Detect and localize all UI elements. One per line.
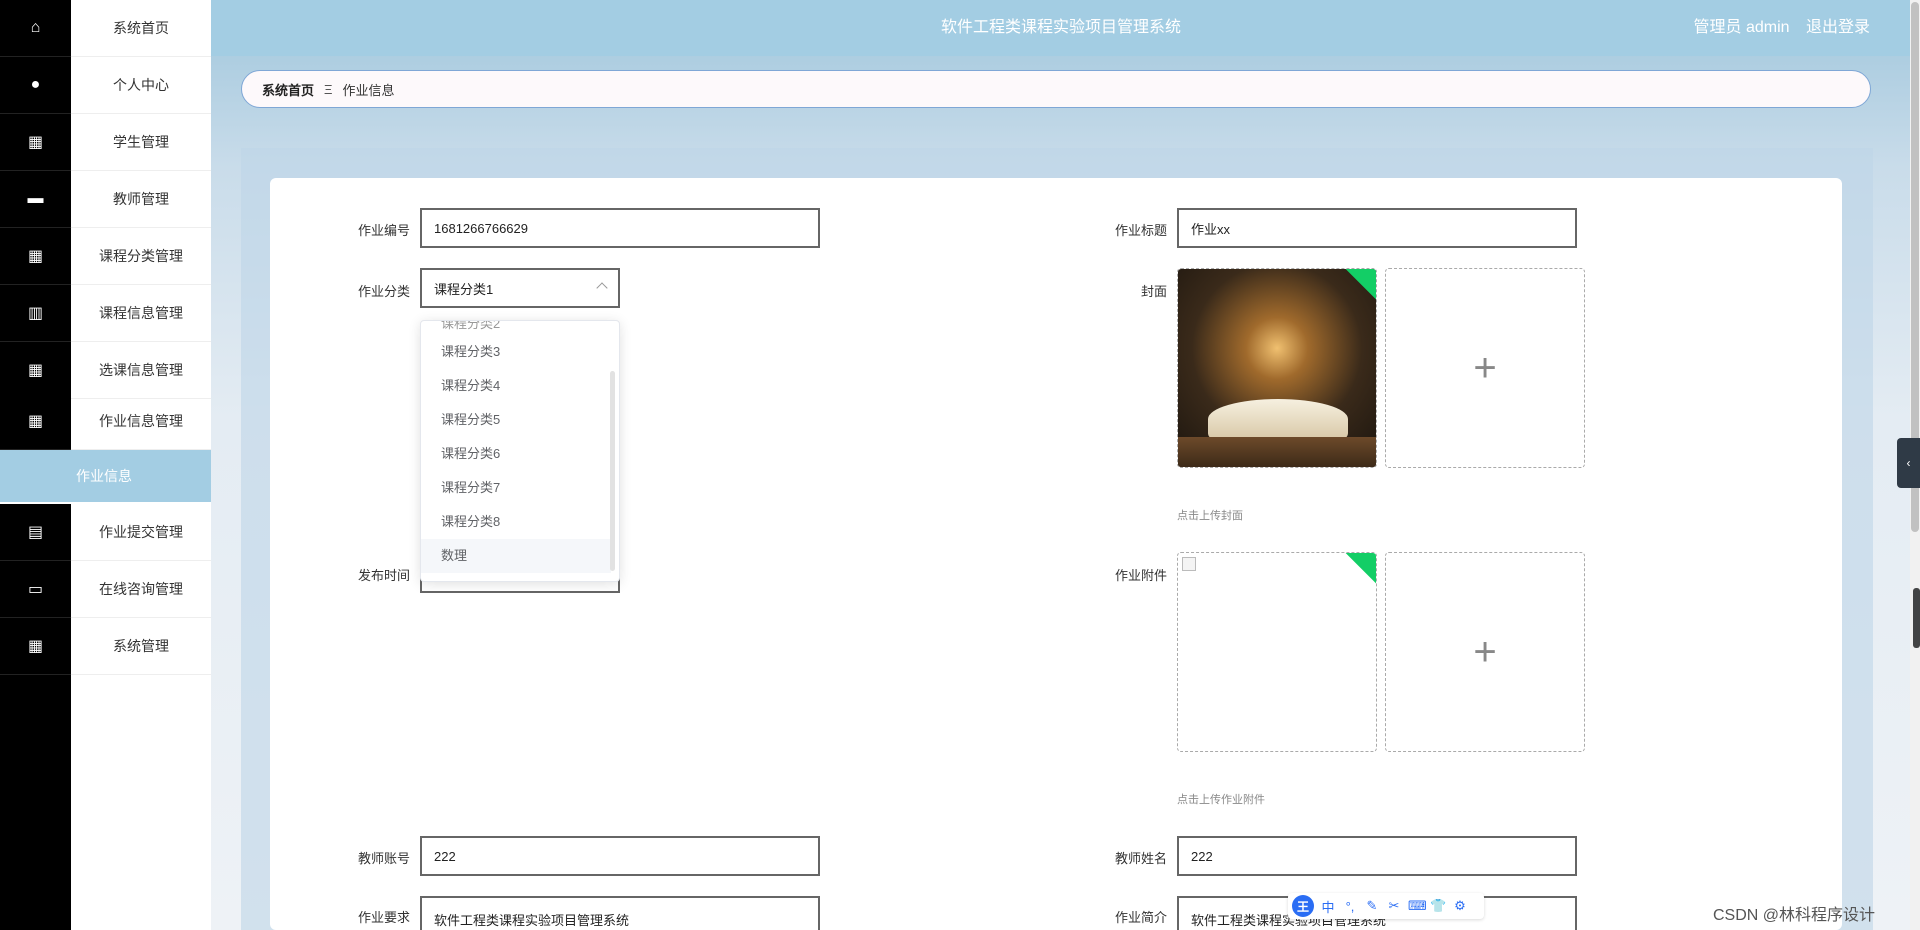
top-header: 软件工程类课程实验项目管理系统 管理员 admin 退出登录 bbox=[211, 0, 1910, 56]
grid-icon: ▦ bbox=[0, 114, 71, 171]
sidebar-item-label: 个人中心 bbox=[71, 57, 211, 114]
sidebar-item-label: 课程信息管理 bbox=[71, 285, 211, 342]
sidebar-item-enrollment[interactable]: ▦ 选课信息管理 bbox=[0, 342, 211, 399]
table-icon: ▤ bbox=[0, 504, 71, 561]
sidebar-item-submission[interactable]: ▤ 作业提交管理 bbox=[0, 504, 211, 561]
dropdown-option[interactable]: 课程分类4 bbox=[421, 369, 611, 403]
sidebar-item-profile[interactable]: ● 个人中心 bbox=[0, 57, 211, 114]
homework-title-input[interactable]: 作业xx bbox=[1177, 208, 1577, 248]
sidebar-item-students[interactable]: ▦ 学生管理 bbox=[0, 114, 211, 171]
app-title: 软件工程类课程实验项目管理系统 bbox=[940, 19, 1181, 36]
ime-scissors-icon[interactable]: ✂ bbox=[1386, 898, 1402, 914]
grid-icon: ▦ bbox=[0, 228, 71, 285]
publish-time-label: 发布时间 bbox=[357, 568, 410, 583]
sidebar-item-homework[interactable]: ▦ 作业信息管理 bbox=[0, 393, 211, 450]
ime-skin-icon[interactable]: 👕 bbox=[1430, 898, 1446, 914]
ime-keyboard-icon[interactable]: ⌨ bbox=[1408, 898, 1427, 914]
category-selected-value: 课程分类1 bbox=[434, 281, 494, 297]
intro-label: 作业简介 bbox=[1114, 910, 1167, 925]
book-shape bbox=[1208, 399, 1348, 439]
sidebar-item-label: 教师管理 bbox=[71, 171, 211, 228]
cover-photo bbox=[1178, 269, 1376, 467]
chevron-left-icon: ‹ bbox=[1906, 456, 1911, 470]
dropdown-scrollbar[interactable] bbox=[610, 371, 615, 571]
sidebar-item-label: 作业信息管理 bbox=[71, 393, 211, 450]
ime-pen-icon[interactable]: ✎ bbox=[1364, 898, 1380, 914]
cover-label: 封面 bbox=[1140, 284, 1167, 299]
category-select[interactable]: 课程分类1 bbox=[420, 268, 620, 308]
homework-no-input[interactable]: 1681266766629 bbox=[420, 208, 820, 248]
sidebar-filler bbox=[0, 675, 71, 930]
requirement-label: 作业要求 bbox=[357, 910, 410, 925]
sidebar-item-label: 作业提交管理 bbox=[71, 504, 211, 561]
breadcrumb-separator-icon: Ξ bbox=[324, 81, 333, 97]
dropdown-option-hovered[interactable]: 数理 bbox=[421, 539, 611, 573]
sidebar-item-label: 系统首页 bbox=[71, 0, 211, 57]
cover-upload-tip: 点击上传封面 bbox=[1177, 510, 1243, 522]
table-shape bbox=[1178, 437, 1376, 467]
upload-success-tag bbox=[1344, 553, 1376, 585]
breadcrumb-current: 作业信息 bbox=[342, 82, 395, 98]
sidebar-subitem-homework-info[interactable]: 作业信息 bbox=[0, 450, 211, 502]
watermark-text: CSDN @林科程序设计 bbox=[1713, 907, 1876, 924]
broken-image-icon bbox=[1182, 557, 1196, 571]
teacher-name-label: 教师姓名 bbox=[1114, 851, 1167, 866]
attachment-upload-tip: 点击上传作业附件 bbox=[1177, 794, 1265, 806]
sidebar-item-course-info[interactable]: ▥ 课程信息管理 bbox=[0, 285, 211, 342]
ime-logo-icon[interactable]: 王 bbox=[1292, 895, 1314, 917]
sidebar: ⌂ 系统首页 ● 个人中心 ▦ 学生管理 ▬ 教师管理 ▦ 课程分类管理 ▥ 课… bbox=[0, 0, 211, 930]
sidebar-item-label: 在线咨询管理 bbox=[71, 561, 211, 618]
dropdown-option[interactable]: 课程分类3 bbox=[421, 335, 611, 369]
ime-chinese-mode-icon[interactable]: 中 bbox=[1320, 897, 1336, 916]
chevron-up-icon bbox=[596, 282, 608, 294]
homework-title-label: 作业标题 bbox=[1114, 223, 1167, 238]
monitor-icon: ▭ bbox=[0, 561, 71, 618]
grid-icon: ▦ bbox=[0, 393, 71, 450]
cover-upload-button[interactable]: + bbox=[1385, 268, 1585, 468]
sidebar-item-teachers[interactable]: ▬ 教师管理 bbox=[0, 171, 211, 228]
ime-punctuation-icon[interactable]: °, bbox=[1342, 899, 1358, 914]
dropdown-option[interactable]: 课程分类6 bbox=[421, 437, 611, 471]
home-icon: ⌂ bbox=[0, 0, 71, 57]
sidebar-item-label: 选课信息管理 bbox=[71, 342, 211, 399]
breadcrumb-home[interactable]: 系统首页 bbox=[262, 80, 314, 99]
teacher-name-input[interactable]: 222 bbox=[1177, 836, 1577, 876]
grid-icon: ▦ bbox=[0, 618, 71, 675]
dropdown-option[interactable]: 课程分类8 bbox=[421, 505, 611, 539]
collapse-panel-handle[interactable]: ‹ bbox=[1897, 438, 1920, 488]
dropdown-option[interactable]: 课程分类5 bbox=[421, 403, 611, 437]
dropdown-option[interactable]: 课程分类7 bbox=[421, 471, 611, 505]
category-dropdown: 课程分类2 课程分类3 课程分类4 课程分类5 课程分类6 课程分类7 课程分类… bbox=[420, 320, 620, 582]
sidebar-item-label: 学生管理 bbox=[71, 114, 211, 171]
user-icon: ● bbox=[0, 57, 71, 114]
requirement-input[interactable]: 软件工程类课程实验项目管理系统 bbox=[420, 896, 820, 930]
logout-link[interactable]: 退出登录 bbox=[1806, 19, 1870, 36]
grid-icon: ▦ bbox=[0, 342, 71, 399]
attachment-label: 作业附件 bbox=[1114, 568, 1167, 583]
breadcrumb: 系统首页 Ξ 作业信息 bbox=[241, 70, 1871, 108]
sidebar-item-consult[interactable]: ▭ 在线咨询管理 bbox=[0, 561, 211, 618]
attachment-image[interactable] bbox=[1177, 552, 1377, 752]
sidebar-item-label: 系统管理 bbox=[71, 618, 211, 675]
book-icon: ▥ bbox=[0, 285, 71, 342]
sidebar-item-course-category[interactable]: ▦ 课程分类管理 bbox=[0, 228, 211, 285]
header-user-area: 管理员 admin 退出登录 bbox=[1682, 0, 1871, 56]
sidebar-item-label: 课程分类管理 bbox=[71, 228, 211, 285]
ime-settings-icon[interactable]: ⚙ bbox=[1452, 898, 1468, 914]
sidebar-item-home[interactable]: ⌂ 系统首页 bbox=[0, 0, 211, 57]
ime-toolbar: 王 中 °, ✎ ✂ ⌨ 👕 ⚙ bbox=[1288, 893, 1484, 919]
teacher-account-input[interactable]: 222 bbox=[420, 836, 820, 876]
cover-image[interactable] bbox=[1177, 268, 1377, 468]
ticket-icon: ▬ bbox=[0, 171, 71, 228]
teacher-account-label: 教师账号 bbox=[357, 851, 410, 866]
sidebar-item-system[interactable]: ▦ 系统管理 bbox=[0, 618, 211, 675]
attachment-upload-button[interactable]: + bbox=[1385, 552, 1585, 752]
category-label: 作业分类 bbox=[357, 284, 410, 299]
side-mini-handle[interactable] bbox=[1913, 588, 1920, 648]
homework-no-label: 作业编号 bbox=[357, 223, 410, 238]
user-label: 管理员 admin bbox=[1693, 19, 1790, 36]
